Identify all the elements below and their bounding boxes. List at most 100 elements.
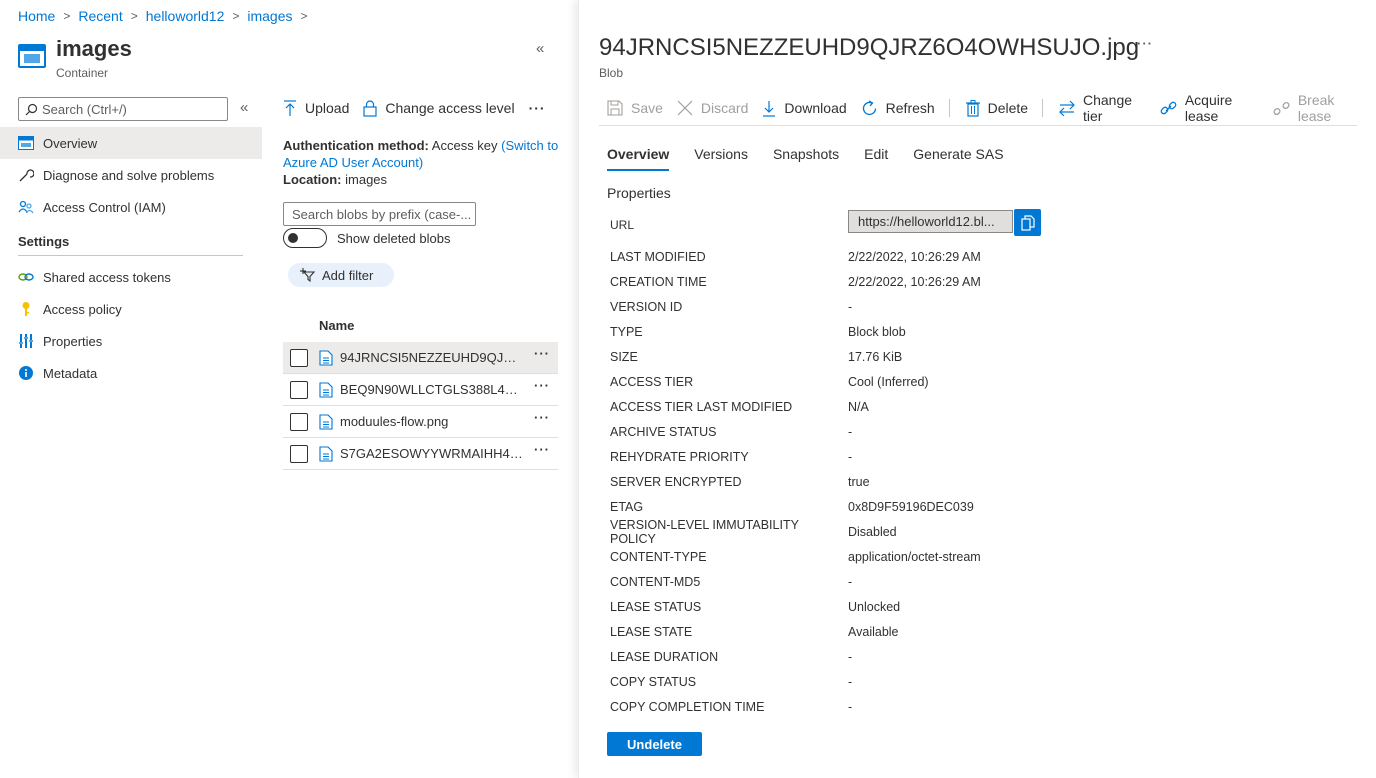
breadcrumb-recent[interactable]: Recent: [78, 8, 122, 24]
property-value: -: [848, 674, 853, 689]
tab-overview[interactable]: Overview: [607, 146, 670, 171]
property-key: ACCESS TIER: [610, 374, 694, 389]
break-lease-button[interactable]: Break lease: [1273, 92, 1362, 124]
auth-method-label: Authentication method:: [283, 138, 429, 153]
acquire-lease-button[interactable]: Acquire lease: [1160, 92, 1259, 124]
property-value: Cool (Inferred): [848, 374, 929, 389]
property-row: REHYDRATE PRIORITY -: [610, 444, 981, 469]
property-row: COPY STATUS -: [610, 669, 981, 694]
copy-url-button[interactable]: [1014, 209, 1041, 236]
broken-link-icon: [1273, 100, 1290, 117]
name-column-header[interactable]: Name: [319, 318, 354, 333]
property-value: 0x8D9F59196DEC039: [848, 499, 974, 514]
page-title: images: [56, 36, 132, 61]
row-checkbox[interactable]: [290, 380, 308, 399]
row-checkbox[interactable]: [290, 444, 308, 463]
nav-item-diagnose[interactable]: Diagnose and solve problems: [0, 159, 262, 191]
tab-versions[interactable]: Versions: [694, 146, 748, 171]
blob-prefix-search-input[interactable]: [283, 202, 476, 226]
undelete-button[interactable]: Undelete: [607, 732, 702, 756]
change-tier-button[interactable]: Change tier: [1059, 92, 1146, 124]
row-checkbox[interactable]: [290, 412, 308, 431]
property-value: -: [848, 424, 853, 439]
breadcrumb-storage-account[interactable]: helloworld12: [146, 8, 225, 24]
breadcrumb-home[interactable]: Home: [18, 8, 55, 24]
list-item[interactable]: BEQ9N90WLLCTGLS388L44OR... ···: [283, 374, 558, 406]
list-item[interactable]: S7GA2ESOWYYWRMAIHH41B... ···: [283, 438, 558, 470]
list-item[interactable]: 94JRNCSI5NEZZEUHD9QJRZ6O4OWHSUJO.jpg ···: [283, 342, 558, 374]
row-more-icon[interactable]: ···: [534, 410, 550, 425]
nav-item-metadata[interactable]: Metadata: [0, 357, 262, 389]
properties-icon: [17, 332, 35, 350]
property-key: VERSION ID: [610, 299, 683, 314]
show-deleted-row: Show deleted blobs: [283, 228, 450, 248]
resource-menu-search[interactable]: [18, 97, 228, 121]
property-key: LEASE STATE: [610, 624, 693, 639]
nav-item-label: Access Control (IAM): [43, 199, 166, 215]
property-key: ARCHIVE STATUS: [610, 424, 717, 439]
show-deleted-toggle[interactable]: [283, 228, 327, 248]
property-value: Disabled: [848, 524, 897, 539]
tab-generate-sas[interactable]: Generate SAS: [913, 146, 1003, 171]
trash-icon: [965, 99, 980, 117]
nav-item-shared-access-tokens[interactable]: Shared access tokens: [0, 261, 262, 293]
url-field[interactable]: https://helloworld12.bl...: [848, 210, 1013, 233]
save-button[interactable]: Save: [607, 100, 663, 116]
nav-item-overview[interactable]: Overview: [0, 127, 262, 159]
property-value: -: [848, 449, 853, 464]
property-row: ARCHIVE STATUS -: [610, 419, 981, 444]
blob-name[interactable]: 94JRNCSI5NEZZEUHD9QJRZ6O4OWHSUJO.jpg: [340, 350, 523, 365]
collapse-panel-icon[interactable]: «: [536, 40, 544, 57]
property-value: 2/22/2022, 10:26:29 AM: [848, 274, 981, 289]
blob-more-icon[interactable]: ···: [1137, 36, 1153, 51]
row-more-icon[interactable]: ···: [534, 346, 550, 361]
blob-name[interactable]: BEQ9N90WLLCTGLS388L44OR...: [340, 382, 523, 397]
property-key: TYPE: [610, 324, 643, 339]
link-icon: [17, 268, 35, 286]
download-button[interactable]: Download: [762, 100, 847, 117]
breadcrumb-separator: >: [130, 9, 138, 23]
toolbar-underline: [599, 125, 1357, 126]
breadcrumb-container[interactable]: images: [247, 8, 292, 24]
add-filter-button[interactable]: Add filter: [288, 263, 394, 287]
upload-button[interactable]: Upload: [283, 99, 349, 117]
row-checkbox[interactable]: [290, 348, 308, 367]
nav-item-label: Properties: [43, 333, 103, 349]
container-icon: [18, 43, 46, 69]
tab-edit[interactable]: Edit: [864, 146, 888, 171]
toggle-knob: [288, 233, 298, 243]
property-row: CONTENT-MD5 -: [610, 569, 981, 594]
property-value: N/A: [848, 399, 869, 414]
row-more-icon[interactable]: ···: [534, 442, 550, 457]
search-input[interactable]: [42, 101, 222, 117]
property-value: -: [848, 574, 853, 589]
property-row: ACCESS TIER Cool (Inferred): [610, 369, 981, 394]
nav-item-properties[interactable]: Properties: [0, 325, 262, 357]
nav-item-access-policy[interactable]: Access policy: [0, 293, 262, 325]
property-key: ETAG: [610, 499, 644, 514]
location-value: images: [345, 172, 388, 187]
refresh-button[interactable]: Refresh: [861, 99, 935, 117]
people-icon: [17, 198, 35, 216]
copy-icon: [1020, 214, 1035, 231]
list-item[interactable]: moduules-flow.png ···: [283, 406, 558, 438]
property-value: 2/22/2022, 10:26:29 AM: [848, 249, 981, 264]
property-row: CONTENT-TYPE application/octet-stream: [610, 544, 981, 569]
blob-name[interactable]: moduules-flow.png: [340, 414, 523, 429]
properties-heading: Properties: [607, 185, 671, 201]
add-filter-label: Add filter: [322, 267, 374, 283]
wrench-icon: [17, 166, 35, 184]
delete-button[interactable]: Delete: [965, 99, 1028, 117]
blob-name[interactable]: S7GA2ESOWYYWRMAIHH41B...: [340, 446, 523, 461]
row-more-icon[interactable]: ···: [534, 378, 550, 393]
location-label: Location:: [283, 172, 342, 187]
refresh-label: Refresh: [885, 100, 935, 116]
blob-tabs: Overview Versions Snapshots Edit Generat…: [607, 146, 1029, 171]
toolbar-divider: [948, 99, 950, 117]
more-options-icon[interactable]: ···: [529, 100, 546, 116]
tab-snapshots[interactable]: Snapshots: [773, 146, 839, 171]
change-access-level-button[interactable]: Change access level: [363, 99, 515, 117]
nav-item-access-control[interactable]: Access Control (IAM): [0, 191, 262, 223]
collapse-menu-icon[interactable]: «: [240, 99, 248, 116]
discard-button[interactable]: Discard: [677, 100, 748, 116]
